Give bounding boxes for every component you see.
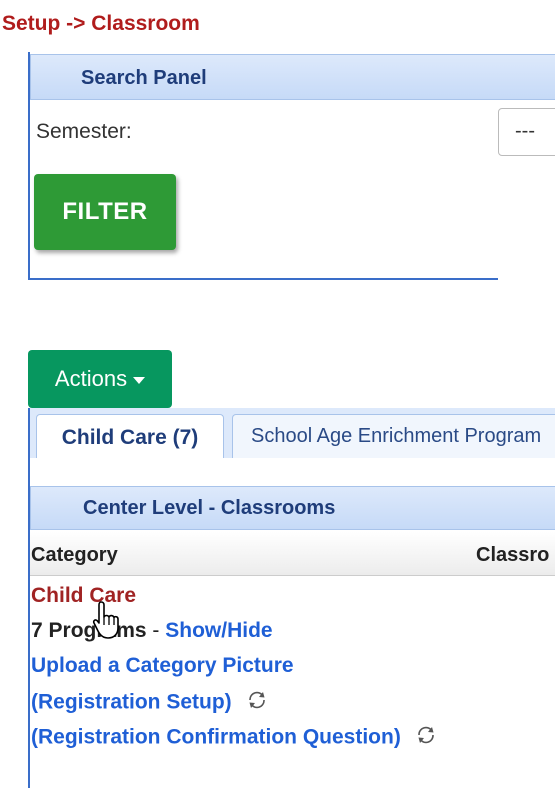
registration-confirmation-row: (Registration Confirmation Question) [31,724,437,752]
filter-button[interactable]: FILTER [34,174,176,250]
registration-setup-row: (Registration Setup) [31,689,268,717]
programs-count: 7 Programs [31,619,147,642]
registration-setup-link[interactable]: (Registration Setup) [31,691,232,714]
section-header: Center Level - Classrooms [30,486,555,530]
refresh-icon[interactable] [246,689,268,717]
refresh-icon[interactable] [415,724,437,752]
table-header: Category Classro [30,532,555,576]
tab-child-care[interactable]: Child Care (7) [36,414,224,460]
column-header-category[interactable]: Category [31,544,118,567]
show-hide-link[interactable]: Show/Hide [165,619,272,642]
actions-button[interactable]: Actions [28,350,172,408]
semester-label: Semester: [36,120,132,143]
caret-down-icon [133,376,146,384]
programs-line: 7 Programs - Show/Hide [31,619,273,643]
registration-confirmation-link[interactable]: (Registration Confirmation Question) [31,726,401,749]
breadcrumb: Setup -> Classroom [2,12,200,35]
hand-pointer-icon [92,601,119,639]
semester-select[interactable]: --- [498,108,555,156]
upload-category-picture-link[interactable]: Upload a Category Picture [31,654,294,678]
separator: - [146,619,166,642]
section-title: Center Level - Classrooms [83,497,336,519]
search-panel-header: Search Panel [30,54,555,100]
search-panel-title: Search Panel [81,67,207,89]
tab-school-age-enrichment[interactable]: School Age Enrichment Program [232,414,555,458]
tab-body [30,458,555,484]
actions-button-label: Actions [54,366,128,391]
column-header-classroom[interactable]: Classro [476,544,549,567]
